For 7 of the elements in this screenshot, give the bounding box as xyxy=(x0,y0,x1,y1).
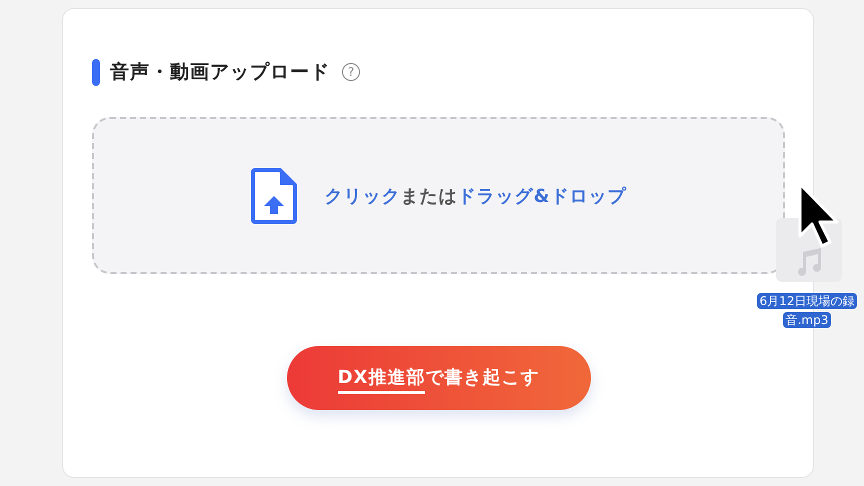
section-title: 音声・動画アップロード xyxy=(110,60,330,85)
help-icon[interactable]: ? xyxy=(342,63,360,81)
drop-instruction: クリック または ドラッグ&ドロップ xyxy=(324,184,626,208)
file-upload-icon xyxy=(250,168,297,224)
drop-zone[interactable]: クリック または ドラッグ&ドロップ xyxy=(92,117,785,274)
transcribe-button[interactable]: DX推進部で書き起こす xyxy=(286,346,590,410)
accent-bar xyxy=(92,58,100,86)
